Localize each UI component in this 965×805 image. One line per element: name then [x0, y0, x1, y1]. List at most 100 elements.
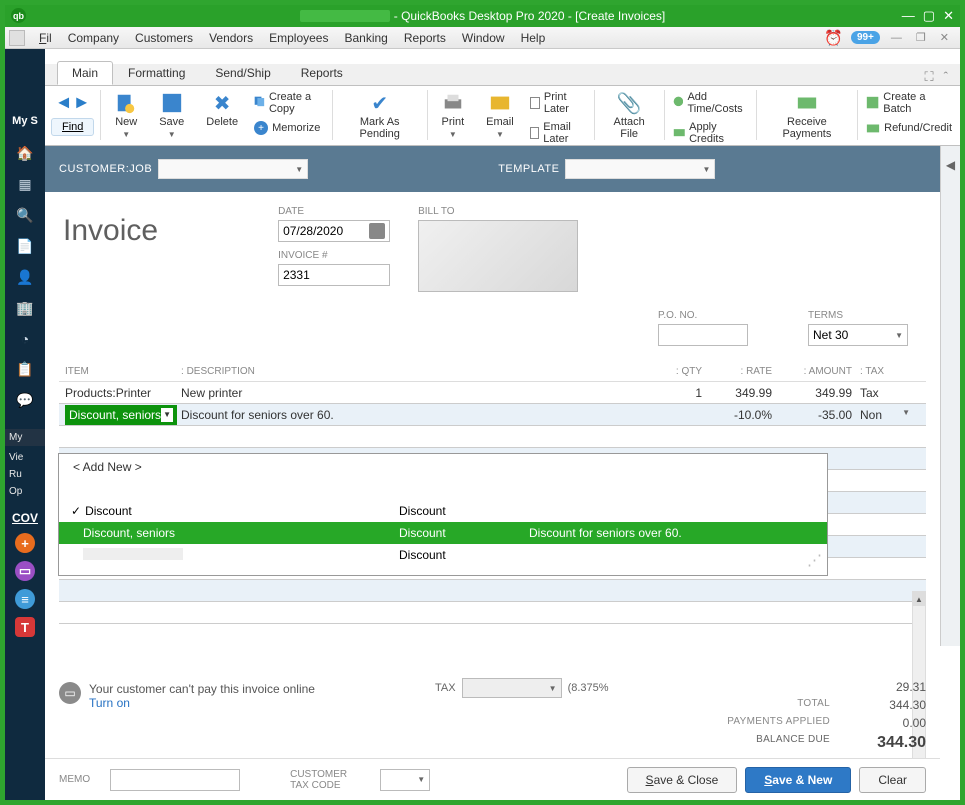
menu-file[interactable]: Fil: [31, 31, 60, 45]
table-row[interactable]: [59, 602, 926, 624]
po-label: P.O. NO.: [658, 310, 748, 321]
save-new-button[interactable]: Save & New: [745, 767, 851, 793]
minimize-icon[interactable]: —: [902, 8, 915, 24]
customer-job-combo[interactable]: ▼: [158, 159, 308, 179]
menu-banking[interactable]: Banking: [336, 31, 395, 45]
menu-help[interactable]: Help: [513, 31, 554, 45]
sidebar-item-1[interactable]: Vie: [5, 452, 45, 463]
clipboard-icon[interactable]: 📋: [16, 361, 33, 378]
notifications-badge[interactable]: 99+: [851, 31, 880, 44]
receive-payments-button[interactable]: Receive Payments: [763, 90, 852, 142]
menu-reports[interactable]: Reports: [396, 31, 454, 45]
menu-company[interactable]: Company: [60, 31, 127, 45]
turn-on-link[interactable]: Turn on: [89, 696, 315, 710]
chevron-down-icon[interactable]: ▼: [902, 408, 910, 422]
email-button[interactable]: Email ▼: [478, 90, 522, 141]
dropdown-option[interactable]: Discount: [59, 544, 827, 567]
customer-icon[interactable]: 👤: [16, 269, 33, 286]
calendar-picker-icon[interactable]: [369, 223, 385, 239]
close-icon[interactable]: ✕: [943, 8, 954, 24]
tab-formatting[interactable]: Formatting: [113, 61, 200, 85]
item-combo[interactable]: Discount, seniors▼: [65, 405, 177, 425]
prev-icon[interactable]: ◄: [55, 90, 73, 114]
bill-to-field[interactable]: [418, 220, 578, 292]
snapshot-icon[interactable]: 📄: [16, 238, 33, 255]
vendor-icon[interactable]: 🏢: [16, 300, 33, 317]
maximize-icon[interactable]: ▢: [923, 8, 935, 24]
apply-credits-button[interactable]: Apply Credits: [671, 120, 750, 146]
history-panel-toggle[interactable]: ◀: [940, 146, 960, 646]
item-dropdown[interactable]: < Add New > Discount Discount Discount, …: [58, 453, 828, 576]
table-row[interactable]: [59, 426, 926, 448]
sidebar-item-0[interactable]: My: [5, 429, 45, 446]
attach-file-button[interactable]: 📎 Attach File: [601, 90, 658, 142]
side-card-icon[interactable]: ▭: [15, 561, 35, 581]
table-row[interactable]: Products:Printer New printer 1 349.99 34…: [59, 382, 926, 404]
mark-pending-button[interactable]: ✔ Mark As Pending: [339, 90, 421, 142]
menu-employees[interactable]: Employees: [261, 31, 336, 45]
refund-credit-button[interactable]: Refund/Credit: [864, 120, 954, 136]
side-t-icon[interactable]: T: [15, 617, 35, 637]
reminders-icon[interactable]: ⏰: [824, 29, 843, 47]
dropdown-option[interactable]: Discount Discount: [59, 500, 827, 522]
template-combo[interactable]: ▼: [565, 159, 715, 179]
po-field[interactable]: [658, 324, 748, 346]
side-chart-icon[interactable]: ≡: [15, 589, 35, 609]
collapse-ribbon-icon[interactable]: ˆ: [944, 69, 948, 85]
scroll-up-icon[interactable]: ▲: [913, 592, 925, 606]
credits-icon: [673, 126, 686, 140]
menu-window[interactable]: Window: [454, 31, 513, 45]
add-time-costs-button[interactable]: Add Time/Costs: [671, 90, 750, 116]
customer-job-label: CUSTOMER:JOB: [59, 163, 152, 175]
home-icon[interactable]: 🏠: [16, 145, 33, 162]
reports-icon[interactable]: ◔: [21, 331, 29, 347]
find-button[interactable]: Find: [51, 118, 94, 136]
next-icon[interactable]: ►: [73, 90, 91, 114]
chevron-down-icon[interactable]: ▼: [161, 408, 173, 422]
expand-icon[interactable]: ⛶: [925, 69, 934, 85]
resize-handle-icon[interactable]: ⋰: [807, 557, 825, 573]
save-close-button[interactable]: Save & Close: [627, 767, 738, 793]
tax-combo[interactable]: ▼: [462, 678, 562, 698]
create-batch-button[interactable]: Create a Batch: [864, 90, 954, 116]
customer-tax-code-combo[interactable]: ▼: [380, 769, 430, 791]
calendar-icon[interactable]: ▦: [18, 176, 31, 193]
sidebar-item-2[interactable]: Ru: [5, 469, 45, 480]
menu-customers[interactable]: Customers: [127, 31, 201, 45]
print-later-checkbox[interactable]: Print Later: [528, 90, 588, 116]
email-later-checkbox[interactable]: Email Later: [528, 120, 588, 146]
tax-label: TAX: [435, 682, 456, 694]
save-button[interactable]: Save ▼: [151, 90, 192, 141]
print-icon: [442, 92, 464, 114]
covid-link[interactable]: COV: [12, 511, 38, 525]
child-minimize-icon[interactable]: —: [888, 32, 905, 44]
memorize-button[interactable]: +Memorize: [252, 120, 326, 136]
side-add-icon[interactable]: +: [15, 533, 35, 553]
ribbon: ◄ ► Find New ▼ Save ▼ ✖ Delete Create a …: [45, 86, 960, 146]
delete-button[interactable]: ✖ Delete: [198, 90, 246, 130]
invoice-no-field[interactable]: 2331: [278, 264, 390, 286]
total-amount: 344.30: [846, 698, 926, 712]
feedback-icon[interactable]: 💬: [16, 392, 33, 409]
tab-main[interactable]: Main: [57, 61, 113, 85]
app-menu-icon[interactable]: [9, 30, 25, 46]
child-close-icon[interactable]: ✕: [937, 31, 952, 44]
tab-sendship[interactable]: Send/Ship: [200, 61, 285, 85]
date-field[interactable]: 07/28/2020: [278, 220, 390, 242]
new-button[interactable]: New ▼: [107, 90, 145, 141]
child-restore-icon[interactable]: ❐: [913, 31, 929, 44]
terms-combo[interactable]: Net 30▼: [808, 324, 908, 346]
tab-reports[interactable]: Reports: [286, 61, 358, 85]
my-shortcuts-button[interactable]: My S: [12, 111, 38, 131]
dropdown-option-selected[interactable]: Discount, seniors Discount Discount for …: [59, 522, 827, 544]
table-row[interactable]: Discount, seniors▼ Discount for seniors …: [59, 404, 926, 426]
create-copy-button[interactable]: Create a Copy: [252, 90, 326, 116]
table-row[interactable]: [59, 580, 926, 602]
sidebar-item-3[interactable]: Op: [5, 486, 45, 497]
search-icon[interactable]: 🔍: [16, 207, 33, 224]
print-button[interactable]: Print ▼: [434, 90, 473, 141]
memo-input[interactable]: [110, 769, 240, 791]
menu-vendors[interactable]: Vendors: [201, 31, 261, 45]
add-new-option[interactable]: < Add New >: [59, 454, 827, 480]
clear-button[interactable]: Clear: [859, 767, 926, 793]
